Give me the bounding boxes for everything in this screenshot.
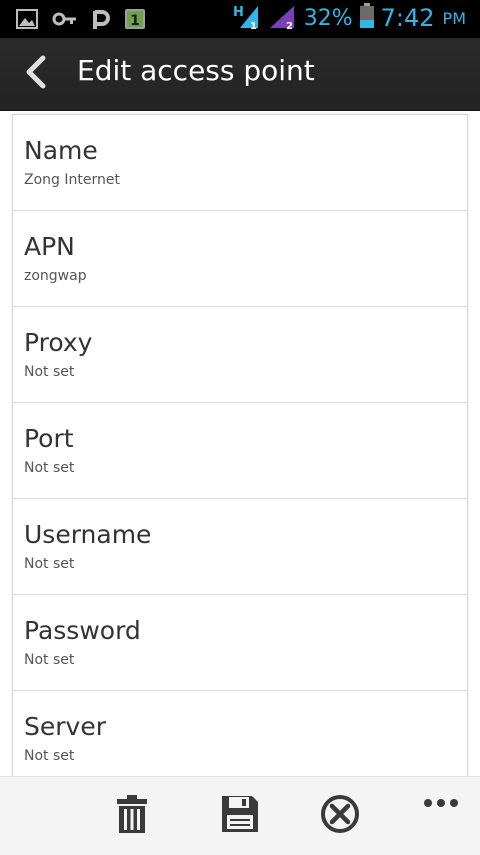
back-button[interactable]	[14, 50, 58, 98]
bottom-action-bar	[0, 776, 480, 855]
svg-text:1: 1	[250, 21, 257, 30]
delete-button[interactable]	[109, 793, 155, 839]
field-value: zongwap	[24, 268, 87, 284]
field-server[interactable]: Server Not set	[13, 691, 467, 777]
field-value: Not set	[24, 748, 75, 764]
p-icon	[92, 7, 110, 35]
svg-text:1: 1	[130, 13, 140, 29]
field-label: Server	[24, 712, 106, 741]
field-label: Name	[24, 136, 98, 165]
overflow-menu-button[interactable]	[418, 781, 464, 827]
action-bar: Edit access point	[0, 38, 480, 111]
svg-text:2: 2	[286, 21, 293, 30]
image-icon	[16, 9, 38, 33]
apn-settings-list: Name Zong Internet APN zongwap Proxy Not…	[12, 114, 468, 777]
battery-icon	[359, 3, 375, 33]
delete-icon	[116, 794, 148, 838]
overflow-menu-icon	[421, 795, 461, 814]
save-button[interactable]	[217, 793, 263, 839]
status-icons-right: H 1 2 32% 7:42 PM	[232, 2, 466, 34]
field-proxy[interactable]: Proxy Not set	[13, 307, 467, 403]
field-password[interactable]: Password Not set	[13, 595, 467, 691]
save-icon	[221, 795, 259, 837]
clock-time: 7:42	[380, 4, 435, 32]
cancel-icon	[320, 794, 360, 838]
status-bar: 1 H 1 2 32% 7:42 PM	[0, 0, 480, 38]
field-label: APN	[24, 232, 75, 261]
field-label: Proxy	[24, 328, 93, 357]
key-icon	[52, 9, 78, 33]
battery-percent: 32%	[303, 5, 353, 31]
sim-1-icon: 1	[124, 8, 146, 34]
field-value: Not set	[24, 460, 75, 476]
field-label: Username	[24, 520, 152, 549]
status-icons-left: 1	[16, 7, 146, 35]
clock-ampm: PM	[442, 8, 466, 28]
field-value: Not set	[24, 556, 75, 572]
field-value: Zong Internet	[24, 172, 120, 188]
field-apn[interactable]: APN zongwap	[13, 211, 467, 307]
back-arrow-icon	[23, 54, 49, 94]
field-label: Port	[24, 424, 74, 453]
cancel-button[interactable]	[317, 793, 363, 839]
field-port[interactable]: Port Not set	[13, 403, 467, 499]
svg-text:H: H	[233, 5, 244, 20]
h-signal-1-icon: H 1	[232, 2, 262, 34]
field-value: Not set	[24, 652, 75, 668]
field-name[interactable]: Name Zong Internet	[13, 115, 467, 211]
signal-2-icon: 2	[268, 2, 298, 34]
field-value: Not set	[24, 364, 75, 380]
field-label: Password	[24, 616, 141, 645]
page-title: Edit access point	[77, 54, 315, 87]
field-username[interactable]: Username Not set	[13, 499, 467, 595]
